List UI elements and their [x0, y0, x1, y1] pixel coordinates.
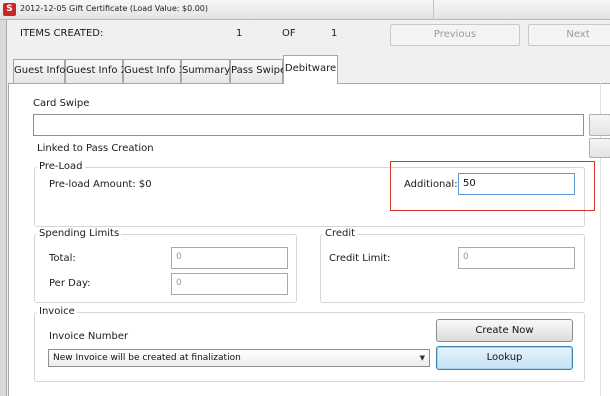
invoice-selected-option: New Invoice will be created at finalizat…: [53, 353, 241, 363]
lookup-button[interactable]: Lookup: [436, 346, 573, 370]
window-left-edge: [0, 20, 7, 396]
per-day-label: Per Day:: [49, 278, 91, 289]
preload-title: Pre-Load: [37, 161, 85, 172]
per-day-input[interactable]: 0: [171, 273, 288, 295]
window-title: 2012-12-05 Gift Certificate (Load Value:…: [20, 4, 208, 13]
create-now-button[interactable]: Create Now: [436, 319, 573, 342]
app-icon: S: [3, 3, 16, 16]
credit-limit-label: Credit Limit:: [329, 253, 391, 264]
invoice-number-select[interactable]: New Invoice will be created at finalizat…: [48, 349, 430, 367]
next-button[interactable]: Next: [528, 24, 610, 46]
items-current-count: 1: [236, 28, 243, 39]
additional-label: Additional:: [404, 179, 458, 190]
card-swipe-side-button[interactable]: [589, 114, 610, 136]
card-swipe-input[interactable]: [33, 114, 584, 136]
dropdown-arrow-icon: ▼: [419, 354, 425, 362]
items-of-label: OF: [282, 28, 296, 39]
items-total-count: 1: [331, 28, 338, 39]
linked-to-pass-label: Linked to Pass Creation: [37, 143, 154, 154]
invoice-number-label: Invoice Number: [49, 331, 129, 342]
total-label: Total:: [49, 253, 76, 264]
spending-limits-title: Spending Limits: [37, 228, 122, 239]
tab-pass-swipe[interactable]: Pass Swipe: [230, 59, 286, 83]
previous-button[interactable]: Previous: [390, 24, 520, 46]
preload-amount-label: Pre-load Amount: $0: [49, 179, 152, 190]
tab-guest-info-3[interactable]: Guest Info 3: [123, 59, 185, 83]
tab-guest-info-2[interactable]: Guest Info 2: [65, 59, 127, 83]
credit-limit-input[interactable]: 0: [458, 247, 575, 269]
total-input[interactable]: 0: [171, 247, 288, 269]
tab-guest-info[interactable]: Guest Info: [13, 59, 65, 83]
additional-input[interactable]: 50: [458, 173, 575, 195]
tab-summary[interactable]: Summary: [181, 59, 230, 83]
linked-side-button[interactable]: [589, 138, 610, 158]
invoice-title: Invoice: [37, 306, 77, 317]
credit-title: Credit: [323, 228, 358, 239]
title-divider: [433, 0, 434, 20]
tab-debitware[interactable]: Debitware: [283, 55, 338, 84]
card-swipe-label: Card Swipe: [33, 98, 90, 109]
items-created-label: ITEMS CREATED:: [20, 28, 104, 39]
